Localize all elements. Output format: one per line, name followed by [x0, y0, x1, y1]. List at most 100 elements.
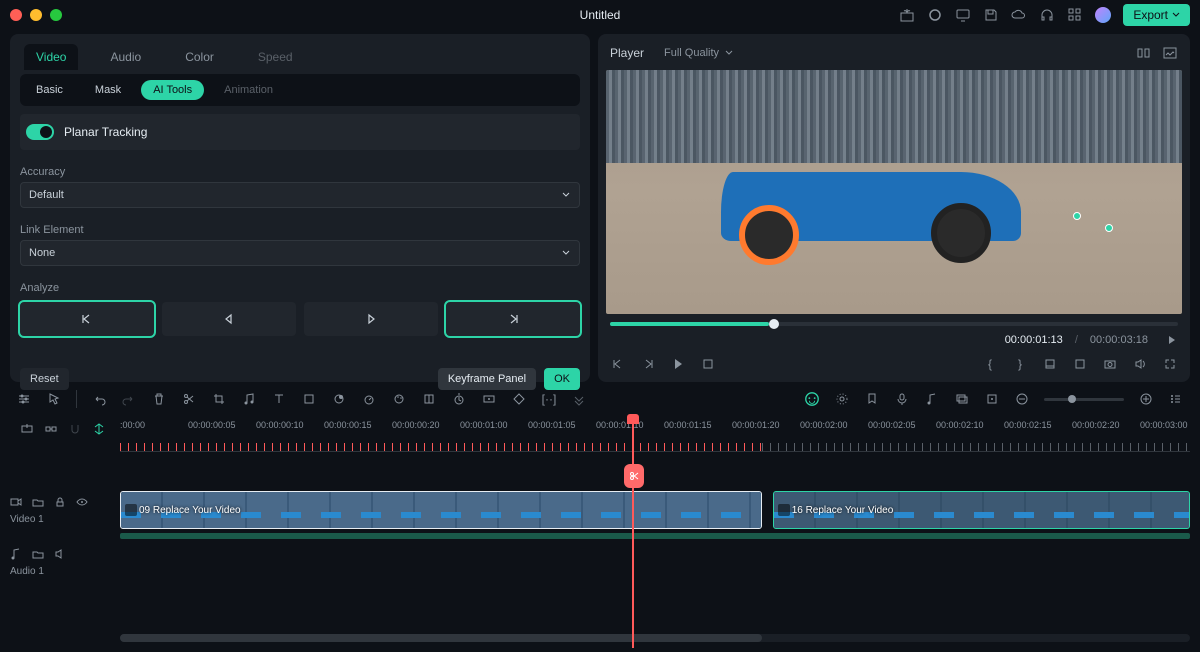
- add-track-icon[interactable]: [20, 422, 36, 438]
- link-icon[interactable]: [44, 422, 60, 438]
- tab-audio[interactable]: Audio: [98, 44, 153, 70]
- mask-icon[interactable]: [331, 391, 347, 407]
- ok-button[interactable]: OK: [544, 368, 580, 390]
- crop-icon[interactable]: [1072, 356, 1088, 372]
- timeline-scrollbar[interactable]: [120, 634, 1190, 642]
- keyframe-icon[interactable]: [511, 391, 527, 407]
- timer-icon[interactable]: [451, 391, 467, 407]
- color-icon[interactable]: [391, 391, 407, 407]
- analyze-forward-step-button[interactable]: [446, 302, 580, 336]
- gift-icon[interactable]: [899, 7, 915, 23]
- image-view-icon[interactable]: [1162, 45, 1178, 61]
- maximize-window-icon[interactable]: [50, 9, 62, 21]
- marker2-icon[interactable]: [864, 391, 880, 407]
- cloud-icon[interactable]: [1011, 7, 1027, 23]
- delete-icon[interactable]: [151, 391, 167, 407]
- close-window-icon[interactable]: [10, 9, 22, 21]
- zoom-in-icon[interactable]: [1138, 391, 1154, 407]
- text-icon[interactable]: [271, 391, 287, 407]
- record-icon[interactable]: [927, 7, 943, 23]
- link-element-select[interactable]: None: [20, 240, 580, 266]
- tab-video[interactable]: Video: [24, 44, 78, 70]
- subtab-animation[interactable]: Animation: [212, 80, 285, 100]
- audio-strip[interactable]: [120, 533, 1190, 539]
- zoom-slider[interactable]: [1044, 398, 1124, 401]
- mute-icon[interactable]: [54, 548, 68, 562]
- redo-icon[interactable]: [121, 391, 137, 407]
- gear-icon[interactable]: [834, 391, 850, 407]
- video-preview[interactable]: [606, 70, 1182, 314]
- undo-icon[interactable]: [91, 391, 107, 407]
- quality-dropdown[interactable]: Full Quality: [656, 44, 741, 62]
- stop-icon[interactable]: [700, 356, 716, 372]
- more-icon[interactable]: [571, 391, 587, 407]
- subtab-basic[interactable]: Basic: [24, 80, 75, 100]
- snapshot-icon[interactable]: [1102, 356, 1118, 372]
- snap-icon[interactable]: [92, 422, 108, 438]
- video-clip-2[interactable]: 16 Replace Your Video: [773, 491, 1190, 529]
- cut-handle[interactable]: [624, 464, 644, 488]
- speed-icon[interactable]: [361, 391, 377, 407]
- brackets-icon[interactable]: [··]: [541, 391, 557, 407]
- folder-icon[interactable]: [32, 496, 46, 510]
- zoom-out-icon[interactable]: [1014, 391, 1030, 407]
- frame-icon[interactable]: [984, 391, 1000, 407]
- brace-close-icon[interactable]: }: [1012, 356, 1028, 372]
- apps-icon[interactable]: [1067, 7, 1083, 23]
- settings-icon[interactable]: [16, 391, 32, 407]
- analyze-reverse-button[interactable]: [162, 302, 296, 336]
- minimize-window-icon[interactable]: [30, 9, 42, 21]
- magnet-icon[interactable]: [68, 422, 84, 438]
- video-track-icon[interactable]: [10, 496, 24, 510]
- document-title: Untitled: [580, 8, 621, 22]
- lock-icon[interactable]: [54, 496, 68, 510]
- music-icon[interactable]: [241, 391, 257, 407]
- progress-thumb[interactable]: [769, 319, 779, 329]
- analyze-reverse-step-button[interactable]: [20, 302, 154, 336]
- audio-track-icon[interactable]: [10, 548, 24, 562]
- export-button[interactable]: Export: [1123, 4, 1190, 26]
- volume-icon[interactable]: [1132, 356, 1148, 372]
- shape-icon[interactable]: [301, 391, 317, 407]
- eye-icon[interactable]: [76, 496, 90, 510]
- subtab-ai-tools[interactable]: AI Tools: [141, 80, 204, 100]
- pointer-icon[interactable]: [46, 391, 62, 407]
- next-frame-icon[interactable]: [640, 356, 656, 372]
- adjust-icon[interactable]: [421, 391, 437, 407]
- split-icon[interactable]: [181, 391, 197, 407]
- progress-bar[interactable]: [610, 322, 1178, 326]
- mic-icon[interactable]: [894, 391, 910, 407]
- tab-speed[interactable]: Speed: [246, 44, 305, 70]
- playhead[interactable]: [632, 416, 634, 648]
- monitor-icon[interactable]: [955, 7, 971, 23]
- grid-view-icon[interactable]: [1136, 45, 1152, 61]
- save-icon[interactable]: [983, 7, 999, 23]
- subtab-mask[interactable]: Mask: [83, 80, 133, 100]
- scrollbar-thumb[interactable]: [120, 634, 762, 642]
- video-clip-1[interactable]: 09 Replace Your Video: [120, 491, 762, 529]
- list-icon[interactable]: [1168, 391, 1184, 407]
- folder-icon[interactable]: [32, 548, 46, 562]
- play-icon[interactable]: [670, 356, 686, 372]
- planar-tracking-toggle[interactable]: [26, 124, 54, 140]
- analyze-forward-button[interactable]: [304, 302, 438, 336]
- play-forward-icon[interactable]: [1166, 334, 1178, 346]
- fullscreen-icon[interactable]: [1162, 356, 1178, 372]
- track-icon[interactable]: [481, 391, 497, 407]
- keyframe-panel-button[interactable]: Keyframe Panel: [438, 368, 536, 390]
- prev-frame-icon[interactable]: [610, 356, 626, 372]
- tracking-handle[interactable]: [1073, 212, 1113, 232]
- accuracy-select[interactable]: Default: [20, 182, 580, 208]
- ruler[interactable]: :00:0000:00:00:0500:00:00:1000:00:00:150…: [10, 416, 1190, 452]
- headphone-icon[interactable]: [1039, 7, 1055, 23]
- music2-icon[interactable]: [924, 391, 940, 407]
- analyze-label: Analyze: [20, 282, 580, 294]
- brace-open-icon[interactable]: {: [982, 356, 998, 372]
- ai-icon[interactable]: [804, 391, 820, 407]
- marker-icon[interactable]: [1042, 356, 1058, 372]
- crop-tool-icon[interactable]: [211, 391, 227, 407]
- user-avatar[interactable]: [1095, 7, 1111, 23]
- layers-icon[interactable]: [954, 391, 970, 407]
- reset-button[interactable]: Reset: [20, 368, 69, 390]
- tab-color[interactable]: Color: [173, 44, 226, 70]
